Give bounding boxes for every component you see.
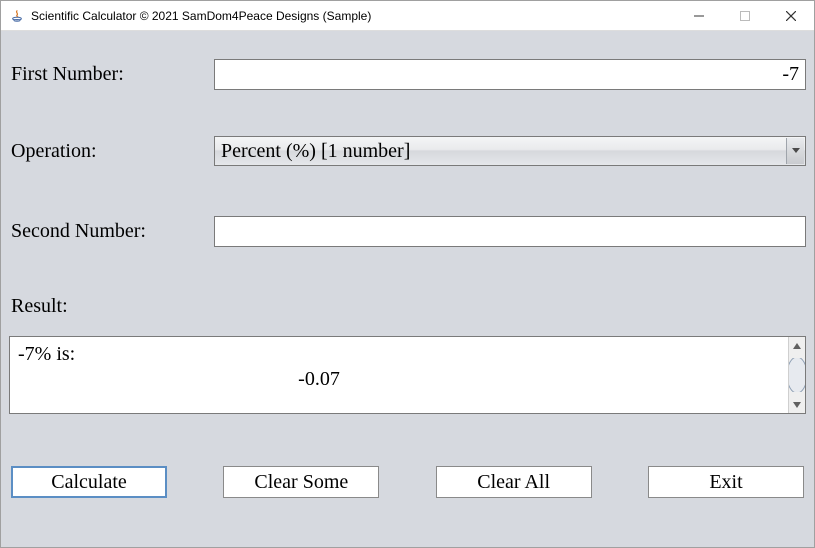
operation-row: Operation: Percent (%) [1 number] xyxy=(9,136,806,166)
first-number-row: First Number: xyxy=(9,59,806,90)
result-line-2: -0.07 xyxy=(18,368,780,391)
result-section: Result: -7% is: -0.07 xyxy=(9,295,806,414)
titlebar: Scientific Calculator © 2021 SamDom4Peac… xyxy=(1,1,814,31)
window-controls xyxy=(676,1,814,30)
result-label: Result: xyxy=(9,295,806,318)
scrollbar-thumb[interactable] xyxy=(788,357,805,393)
first-number-input[interactable] xyxy=(214,59,806,90)
scroll-up-icon[interactable] xyxy=(789,337,805,354)
operation-combo-wrap: Percent (%) [1 number] xyxy=(214,136,806,166)
clear-some-button[interactable]: Clear Some xyxy=(223,466,379,498)
second-number-label: Second Number: xyxy=(9,220,214,243)
result-textarea[interactable]: -7% is: -0.07 xyxy=(9,336,806,414)
operation-label: Operation: xyxy=(9,140,214,163)
scroll-down-icon[interactable] xyxy=(789,396,805,413)
calculate-button[interactable]: Calculate xyxy=(11,466,167,498)
second-number-input[interactable] xyxy=(214,216,806,247)
operation-selected-text: Percent (%) [1 number] xyxy=(221,140,410,163)
first-number-label: First Number: xyxy=(9,63,214,86)
result-line-1: -7% is: xyxy=(18,343,780,366)
exit-button[interactable]: Exit xyxy=(648,466,804,498)
chevron-down-icon xyxy=(786,138,804,164)
java-app-icon xyxy=(9,8,25,24)
clear-all-button[interactable]: Clear All xyxy=(436,466,592,498)
window-title: Scientific Calculator © 2021 SamDom4Peac… xyxy=(31,9,676,23)
app-window: Scientific Calculator © 2021 SamDom4Peac… xyxy=(0,0,815,548)
content-panel: First Number: Operation: Percent (%) [1 … xyxy=(1,31,814,547)
vertical-scrollbar[interactable] xyxy=(788,337,805,413)
minimize-button[interactable] xyxy=(676,1,722,30)
result-text-content: -7% is: -0.07 xyxy=(10,337,788,413)
second-number-row: Second Number: xyxy=(9,216,806,247)
operation-select[interactable]: Percent (%) [1 number] xyxy=(214,136,806,166)
close-button[interactable] xyxy=(768,1,814,30)
maximize-button[interactable] xyxy=(722,1,768,30)
button-row: Calculate Clear Some Clear All Exit xyxy=(9,466,806,498)
